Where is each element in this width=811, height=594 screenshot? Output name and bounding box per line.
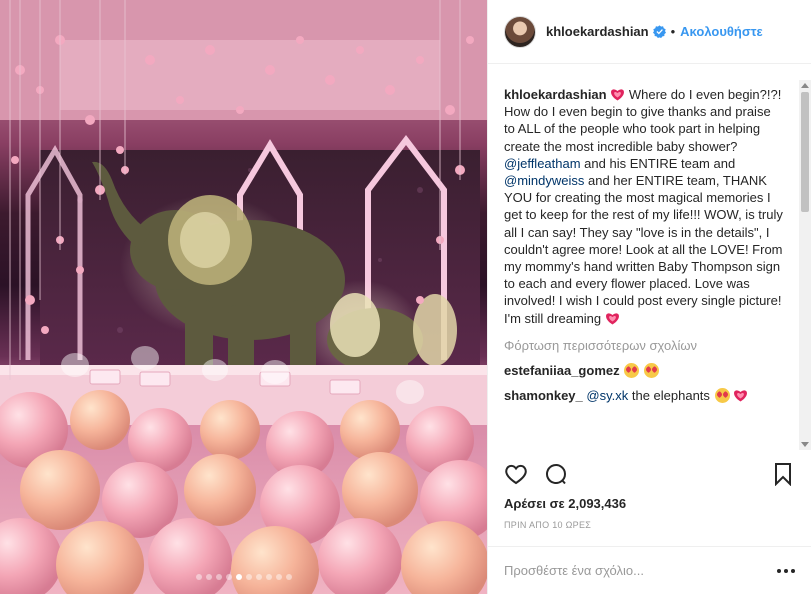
growing-heart-emoji-icon [605,313,619,325]
heart-eyes-emoji-icon [624,362,640,378]
load-more-comments-link[interactable]: Φόρτωση περισσότερων σχολίων [504,338,785,353]
heart-eyes-emoji-icon [643,362,659,378]
header-separator: • [670,24,676,39]
likes-count[interactable]: Αρέσει σε 2,093,436 [504,496,626,511]
add-comment-input[interactable] [504,563,777,578]
heart-eyes-emoji-icon [714,387,730,403]
carousel-dot [215,574,222,580]
scroll-up-arrow-icon[interactable] [801,83,809,88]
growing-heart-emoji-icon [611,89,625,101]
add-comment-section [488,546,811,594]
carousel-dot [195,574,202,580]
post-details-panel: khloekardashian • Ακολουθήστε khloekarda… [487,0,811,594]
carousel-dot [235,574,242,580]
scroll-thumb[interactable] [801,92,809,212]
caption-username[interactable]: khloekardashian [504,87,607,102]
carousel-dot [205,574,212,580]
mention-link[interactable]: @sy.xk [586,388,628,403]
carousel-indicator [0,574,487,580]
carousel-dot [245,574,252,580]
mention-link[interactable]: @jeffleatham [504,156,581,171]
comment-username[interactable]: shamonkey_ [504,388,583,403]
comments-scrollbar[interactable] [799,80,811,450]
heart-outline-icon[interactable] [504,462,528,486]
comment-item: shamonkey_ @sy.xk the elephants [504,387,785,403]
carousel-dot [275,574,282,580]
comment-bubble-icon[interactable] [544,462,568,486]
caption-text-3: and her ENTIRE team, THANK YOU for creat… [504,173,783,326]
action-bar [504,458,795,490]
instagram-post-modal: khloekardashian • Ακολουθήστε khloekarda… [0,0,811,594]
carousel-dot [255,574,262,580]
more-options-icon[interactable] [777,568,795,574]
scroll-down-arrow-icon[interactable] [801,442,809,447]
header-username[interactable]: khloekardashian [546,24,649,39]
comment-item: estefaniiaa_gomez [504,362,785,378]
carousel-dot [225,574,232,580]
baby-shower-scene-illustration [0,0,487,594]
post-timestamp: ΠΡΙΝ ΑΠΟ 10 ΩΡΕΣ [504,520,592,530]
caption-text-2: and his ENTIRE team and [580,155,736,171]
mention-link[interactable]: @mindyweiss [504,173,584,188]
post-header: khloekardashian • Ακολουθήστε [488,0,811,64]
avatar[interactable] [504,15,536,48]
carousel-dot [285,574,292,580]
follow-button[interactable]: Ακολουθήστε [680,24,763,39]
comment-username[interactable]: estefaniiaa_gomez [504,363,620,378]
carousel-dot [265,574,272,580]
post-photo[interactable] [0,0,487,594]
caption: khloekardashian Where do I even begin?!?… [504,86,785,327]
growing-heart-emoji-icon [734,390,748,402]
comment-text: the elephants [628,387,714,403]
comments-list[interactable]: khloekardashian Where do I even begin?!?… [488,64,799,449]
verified-badge-icon [652,25,666,38]
bookmark-icon[interactable] [771,462,795,486]
